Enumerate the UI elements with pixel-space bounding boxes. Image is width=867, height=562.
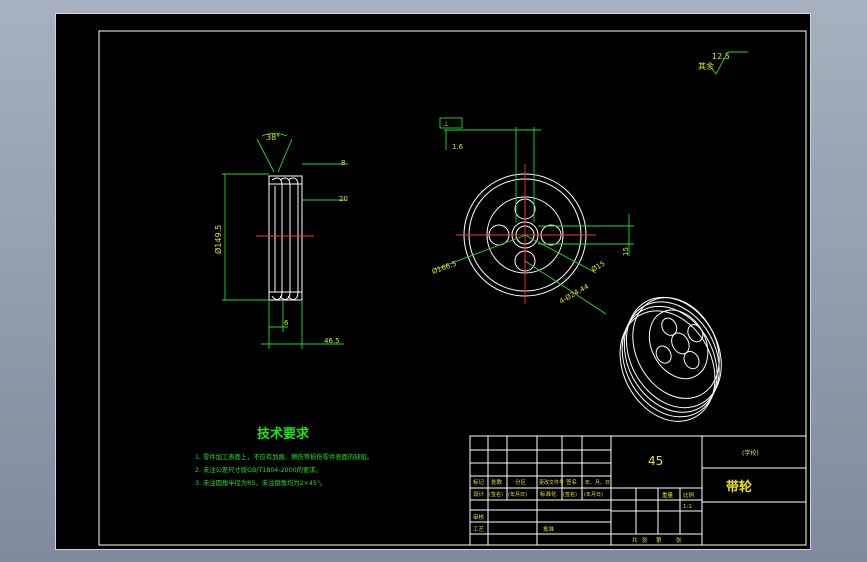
title-block: 标记 处数 分区 更改文件号 签名 年、月、日 设计 (签名) (年月日) 标准… — [469, 435, 807, 546]
tb-header-count: 处数 — [491, 478, 503, 486]
tb-material: 45 — [648, 454, 663, 468]
tech-requirements-title: 技术要求 — [257, 426, 310, 442]
tech-requirement-1: 1. 零件加工表面上，不应有划痕、擦伤等损伤零件表面的缺陷。 — [195, 452, 373, 461]
flatness-symbol: ⊥ — [443, 120, 449, 128]
surface-finish-label: 其余 — [698, 61, 714, 71]
tb-header-mark: 标记 — [473, 478, 485, 486]
tb-process: 工艺 — [473, 526, 485, 533]
dim-side-outer-dia: Ø149.5 — [213, 225, 223, 254]
dim-keyway: 15 — [622, 247, 630, 256]
tb-scale-value: 1:1 — [683, 504, 692, 510]
iso-view — [619, 296, 722, 422]
tech-requirement-2: 2. 未注公差尺寸按GB/T1804-2000的要求。 — [195, 465, 322, 474]
tb-sheet-no-unit: 张 — [676, 536, 682, 544]
surface-finish-mark: 其余 12.5 — [698, 51, 748, 75]
tb-review: 审核 — [473, 513, 485, 521]
tb-approve: 批准 — [543, 525, 555, 533]
tb-header-zone: 分区 — [515, 478, 527, 486]
tb-weight-label: 重量 — [662, 491, 674, 499]
tech-requirement-3: 3. 未注圆角半径为R5，未注倒角均为2×45°。 — [195, 478, 326, 487]
tb-school: (学校) — [742, 449, 759, 457]
tb-sheet-total: 共 — [632, 536, 638, 544]
tb-design-label: 设计 — [473, 490, 485, 498]
dim-flatness: 1.6 — [452, 143, 464, 151]
cad-viewport[interactable]: 其余 12.5 38° 8 20 Ø149.5 6 46.5 ⊥ 1.6 15 … — [0, 0, 867, 562]
tb-standard-sign: (签名) — [563, 491, 577, 498]
dim-groove-depth: 20 — [339, 195, 348, 203]
tb-header-sign: 签名 — [566, 478, 577, 486]
tb-part-name: 带轮 — [726, 479, 752, 495]
dim-hole-dia: Ø15 — [590, 260, 606, 274]
tb-standard-label: 标准化 — [540, 490, 557, 498]
front-view: ⊥ 1.6 15 Ø166.5 Ø15 4-Ø24.44 — [431, 117, 634, 315]
drawing-sheet: 其余 12.5 38° 8 20 Ø149.5 6 46.5 ⊥ 1.6 15 … — [55, 13, 811, 550]
tb-design-date: (年月日) — [508, 491, 527, 498]
dim-groove-angle: 38° — [266, 133, 280, 142]
tb-scale-label: 比例 — [683, 491, 695, 499]
tb-sheet-total-unit: 张 — [642, 536, 648, 544]
dim-hub-width: 6 — [284, 319, 289, 327]
side-view: 38° 8 20 Ø149.5 6 46.5 — [213, 132, 348, 349]
dim-total-width: 46.5 — [324, 337, 340, 345]
tb-header-date: 年、月、日 — [585, 479, 610, 486]
dim-front-outer-dia: Ø166.5 — [431, 260, 458, 276]
tb-sheet-no: 第 — [656, 536, 662, 544]
tb-standard-date: (年月日) — [584, 491, 603, 498]
dim-groove-top: 8 — [341, 159, 345, 167]
tb-header-change-doc: 更改文件号 — [539, 479, 564, 486]
drawing-canvas: 其余 12.5 38° 8 20 Ø149.5 6 46.5 ⊥ 1.6 15 … — [98, 30, 807, 546]
tech-requirements: 技术要求 1. 零件加工表面上，不应有划痕、擦伤等损伤零件表面的缺陷。 2. 未… — [195, 426, 373, 487]
tb-design-sign: (签名) — [489, 491, 503, 498]
